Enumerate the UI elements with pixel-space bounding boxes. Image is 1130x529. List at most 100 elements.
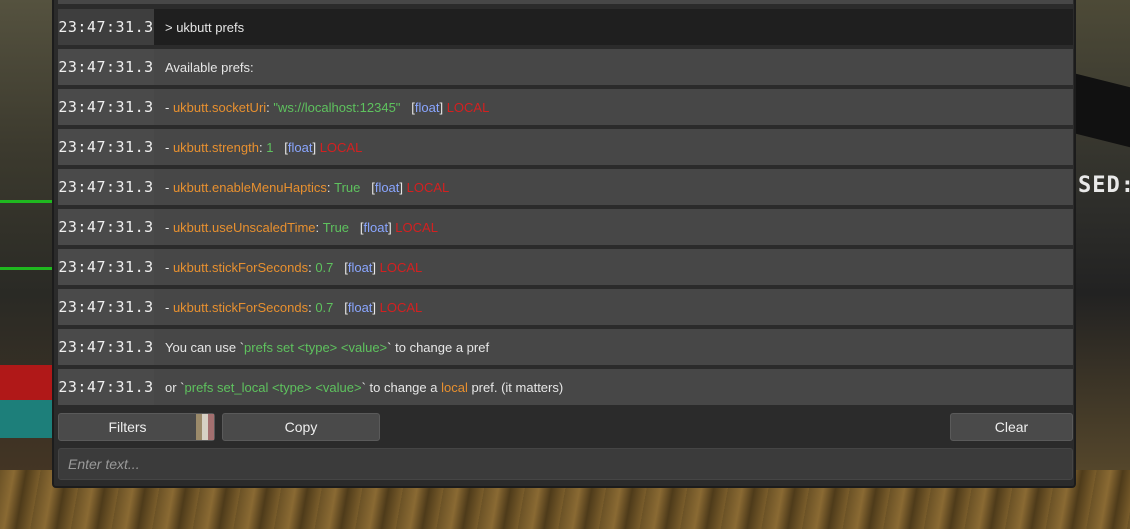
log-message-segment: or <box>165 379 181 395</box>
log-message-segment: ] <box>439 99 447 115</box>
log-message-segment: prefs set <type> <value> <box>244 339 388 355</box>
log-message-segment: float <box>374 179 400 195</box>
log-message-segment: LOCAL <box>446 99 490 115</box>
log-message-segment: - <box>165 259 173 275</box>
log-message-segment: float <box>347 299 373 315</box>
background-right-wall <box>1072 0 1130 490</box>
clear-button[interactable]: Clear <box>950 413 1073 441</box>
log-timestamp: 23:47:31.3 <box>58 49 154 85</box>
log-message-segment: : <box>315 219 323 235</box>
log-row[interactable]: 23:47:31.3 or ` prefs set_local <type> <va… <box>58 369 1073 405</box>
background-sign-text: SED: <box>1078 173 1130 198</box>
log-timestamp: 23:47:31.3 <box>58 329 154 365</box>
filter-color-swatches <box>196 414 214 440</box>
log-message-segment: ukbutt.strength <box>172 139 259 155</box>
log-message-segment: LOCAL <box>379 259 423 275</box>
log-message: - ukbutt.useUnscaledTime: True [float] L… <box>154 209 1073 245</box>
log-message-segment: [ <box>333 259 348 275</box>
log-message-segment: > ukbutt prefs <box>165 19 245 35</box>
log-timestamp: 23:47:31.3 <box>58 169 154 205</box>
log-message-segment: - <box>165 179 173 195</box>
filter-swatch <box>208 414 214 440</box>
copy-button-label: Copy <box>284 419 318 435</box>
copy-button[interactable]: Copy <box>222 413 380 441</box>
filters-button-label: Filters <box>108 419 147 435</box>
log-message-segment: [ <box>400 99 415 115</box>
log-message-segment: ] <box>372 299 380 315</box>
log-message: - ukbutt.stickForSeconds: 0.7 [float] LO… <box>154 289 1073 325</box>
log-message-segment: 0.7 <box>315 259 334 275</box>
log-message-segment: float <box>414 99 440 115</box>
log-message-segment: Available prefs: <box>165 59 254 75</box>
log-message-segment: [ <box>349 219 364 235</box>
background-red-block <box>0 365 60 401</box>
log-timestamp: 23:47:31.3 <box>58 89 154 125</box>
log-message-segment: ] <box>388 219 396 235</box>
log-message-segment: - <box>165 139 173 155</box>
clear-button-label: Clear <box>994 419 1029 435</box>
log-timestamp: 23:47:31.3 <box>58 209 154 245</box>
log-message-segment: float <box>363 219 389 235</box>
log-message-segment: LOCAL <box>406 179 450 195</box>
log-message: You can use ` prefs set <type> <value> ` t… <box>154 329 1073 365</box>
log-row[interactable]: 23:47:31.3- ukbutt.socketUri: "ws://loca… <box>58 89 1073 125</box>
log-message: - ukbutt.strength: 1 [float] LOCAL <box>154 129 1073 165</box>
background-teal-block <box>0 400 60 438</box>
log-row[interactable]: 23:47:31.3- ukbutt.strength: 1 [float] L… <box>58 129 1073 165</box>
log-message-segment: : <box>326 179 335 195</box>
log-message-segment: True <box>322 219 350 235</box>
log-row[interactable]: 23:47:31.3- ukbutt.useUnscaledTime: True… <box>58 209 1073 245</box>
filters-button[interactable]: Filters <box>58 413 215 441</box>
log-message-segment: - <box>165 219 173 235</box>
log-timestamp: 23:47:31.3 <box>58 9 154 45</box>
log-message-segment: LOCAL <box>379 299 423 315</box>
log-message: Available prefs: <box>154 49 1073 85</box>
log-message-segment: ] <box>399 179 407 195</box>
log-message-segment: : <box>308 259 316 275</box>
log-message-segment: float <box>347 259 373 275</box>
log-timestamp: 23:47:31.3 <box>58 129 154 165</box>
log-message-segment: float <box>287 139 313 155</box>
log-message-segment: - <box>165 299 173 315</box>
log-message-segment: : <box>266 99 274 115</box>
log-message-segment: 0.7 <box>315 299 334 315</box>
log-message-segment: You can use <box>165 339 240 355</box>
log-message-segment: local <box>441 379 468 395</box>
log-message-segment: "ws://localhost:12345" <box>273 99 401 115</box>
log-message: - ukbutt.stickForSeconds: 0.7 [float] LO… <box>154 249 1073 285</box>
log-message: > ukbutt prefs <box>154 9 1073 45</box>
log-message-segment: ] <box>372 259 380 275</box>
log-message-segment: to change a pref <box>391 339 490 355</box>
log-message-segment: pref. (it matters) <box>467 379 564 395</box>
log-message-segment: : <box>308 299 316 315</box>
log-row[interactable]: 23:47:31.3- ukbutt.enableMenuHaptics: Tr… <box>58 169 1073 205</box>
log-row[interactable]: 23:47:31.3- ukbutt.stickForSeconds: 0.7 … <box>58 289 1073 325</box>
console-command-input[interactable]: Enter text... <box>58 448 1073 480</box>
log-timestamp: 23:47:31.3 <box>58 369 154 405</box>
log-message-segment: ukbutt.enableMenuHaptics <box>172 179 327 195</box>
console-toolbar: Filters Copy Clear <box>58 413 1073 441</box>
log-message-segment: 1 <box>266 139 274 155</box>
log-message: or ` prefs set_local <type> <value> ` to c… <box>154 369 1073 405</box>
log-message-segment: [ <box>360 179 375 195</box>
log-message: - ukbutt.socketUri: "ws://localhost:1234… <box>154 89 1073 125</box>
log-row[interactable]: 23:47:31.3 You can use ` prefs set <type> … <box>58 329 1073 365</box>
console-window: 23:47:31.3 > ukbutt prefs 23:47:31.3 Availa… <box>52 0 1076 488</box>
log-message-segment: ukbutt.useUnscaledTime <box>172 219 316 235</box>
log-message-segment: True <box>334 179 361 195</box>
console-scrolled-row-remnant <box>58 0 1073 4</box>
log-message-segment: LOCAL <box>395 219 438 235</box>
log-message-segment: ukbutt.stickForSeconds <box>172 259 309 275</box>
log-timestamp: 23:47:31.3 <box>58 249 154 285</box>
log-row[interactable]: 23:47:31.3- ukbutt.stickForSeconds: 0.7 … <box>58 249 1073 285</box>
log-row[interactable]: 23:47:31.3 Available prefs: <box>58 49 1073 85</box>
log-row-command[interactable]: 23:47:31.3 > ukbutt prefs <box>58 9 1073 45</box>
log-message-segment: - <box>165 99 173 115</box>
log-timestamp: 23:47:31.3 <box>58 289 154 325</box>
log-message-segment: ukbutt.socketUri <box>172 99 267 115</box>
log-message-segment: : <box>258 139 267 155</box>
background-green-outline <box>0 200 55 270</box>
log-message: - ukbutt.enableMenuHaptics: True [float]… <box>154 169 1073 205</box>
log-message-segment: prefs set_local <type> <value> <box>184 379 362 395</box>
console-input-placeholder: Enter text... <box>68 456 140 472</box>
